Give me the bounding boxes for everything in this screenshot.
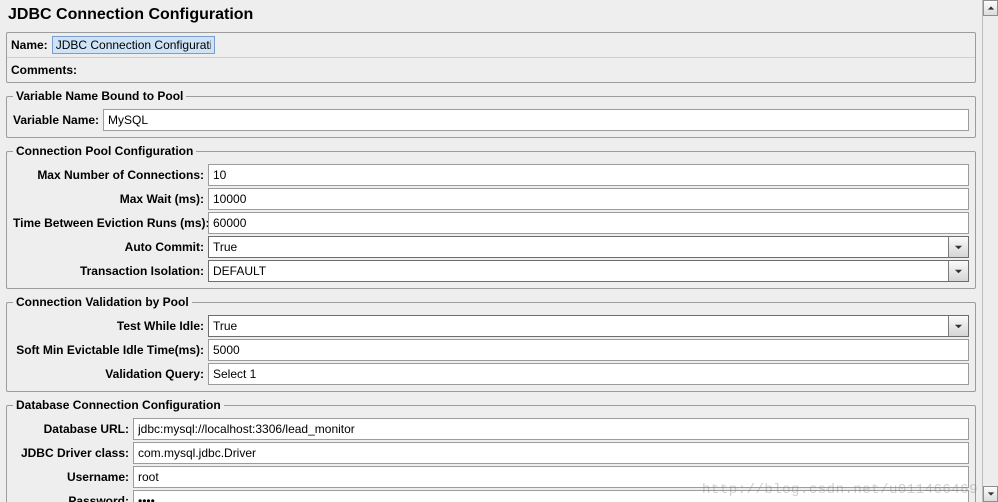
auto-commit-label: Auto Commit: <box>13 236 208 258</box>
group-database-connection-legend: Database Connection Configuration <box>13 398 224 412</box>
chevron-down-icon <box>954 267 963 276</box>
group-connection-pool: Connection Pool Configuration Max Number… <box>6 144 976 289</box>
test-while-idle-dropdown-button[interactable] <box>948 316 968 336</box>
password-input[interactable] <box>133 490 969 502</box>
validation-query-label: Validation Query: <box>13 363 208 385</box>
name-label: Name: <box>11 38 48 52</box>
auto-commit-select[interactable] <box>208 236 969 258</box>
soft-min-evictable-input[interactable] <box>208 339 969 361</box>
variable-name-label: Variable Name: <box>13 113 99 127</box>
transaction-isolation-label: Transaction Isolation: <box>13 260 208 282</box>
test-while-idle-value[interactable] <box>209 316 948 336</box>
transaction-isolation-select[interactable] <box>208 260 969 282</box>
name-input[interactable] <box>52 36 215 54</box>
chevron-down-icon <box>987 490 995 498</box>
jdbc-driver-label: JDBC Driver class: <box>13 442 133 464</box>
comments-input[interactable] <box>81 61 971 79</box>
eviction-runs-input[interactable] <box>208 212 969 234</box>
name-row: Name: <box>7 33 975 57</box>
transaction-isolation-value[interactable] <box>209 261 948 281</box>
eviction-runs-label: Time Between Eviction Runs (ms): <box>13 212 208 234</box>
content-area: JDBC Connection Configuration Name: Comm… <box>0 0 982 502</box>
vertical-scrollbar[interactable] <box>982 0 998 502</box>
scroll-track[interactable] <box>983 16 998 486</box>
group-database-connection: Database Connection Configuration Databa… <box>6 398 976 502</box>
database-url-label: Database URL: <box>13 418 133 440</box>
scroll-up-button[interactable] <box>983 0 998 16</box>
transaction-isolation-dropdown-button[interactable] <box>948 261 968 281</box>
username-input[interactable] <box>133 466 969 488</box>
jdbc-driver-input[interactable] <box>133 442 969 464</box>
chevron-down-icon <box>954 322 963 331</box>
group-connection-validation-legend: Connection Validation by Pool <box>13 295 192 309</box>
auto-commit-dropdown-button[interactable] <box>948 237 968 257</box>
group-variable-name: Variable Name Bound to Pool Variable Nam… <box>6 89 976 138</box>
config-panel: JDBC Connection Configuration Name: Comm… <box>0 0 998 502</box>
max-connections-input[interactable] <box>208 164 969 186</box>
test-while-idle-select[interactable] <box>208 315 969 337</box>
max-wait-label: Max Wait (ms): <box>13 188 208 210</box>
page-title: JDBC Connection Configuration <box>8 6 974 24</box>
test-while-idle-label: Test While Idle: <box>13 315 208 337</box>
soft-min-evictable-label: Soft Min Evictable Idle Time(ms): <box>13 339 208 361</box>
comments-label: Comments: <box>11 63 77 77</box>
auto-commit-value[interactable] <box>209 237 948 257</box>
username-label: Username: <box>13 466 133 488</box>
comments-row: Comments: <box>7 57 975 82</box>
validation-query-input[interactable] <box>208 363 969 385</box>
max-wait-input[interactable] <box>208 188 969 210</box>
name-comments-box: Name: Comments: <box>6 32 976 83</box>
scroll-down-button[interactable] <box>983 486 998 502</box>
password-label: Password: <box>13 490 133 502</box>
max-connections-label: Max Number of Connections: <box>13 164 208 186</box>
chevron-down-icon <box>954 243 963 252</box>
chevron-up-icon <box>987 4 995 12</box>
variable-name-input[interactable] <box>103 109 969 131</box>
database-url-input[interactable] <box>133 418 969 440</box>
group-connection-pool-legend: Connection Pool Configuration <box>13 144 196 158</box>
group-variable-name-legend: Variable Name Bound to Pool <box>13 89 186 103</box>
group-connection-validation: Connection Validation by Pool Test While… <box>6 295 976 392</box>
